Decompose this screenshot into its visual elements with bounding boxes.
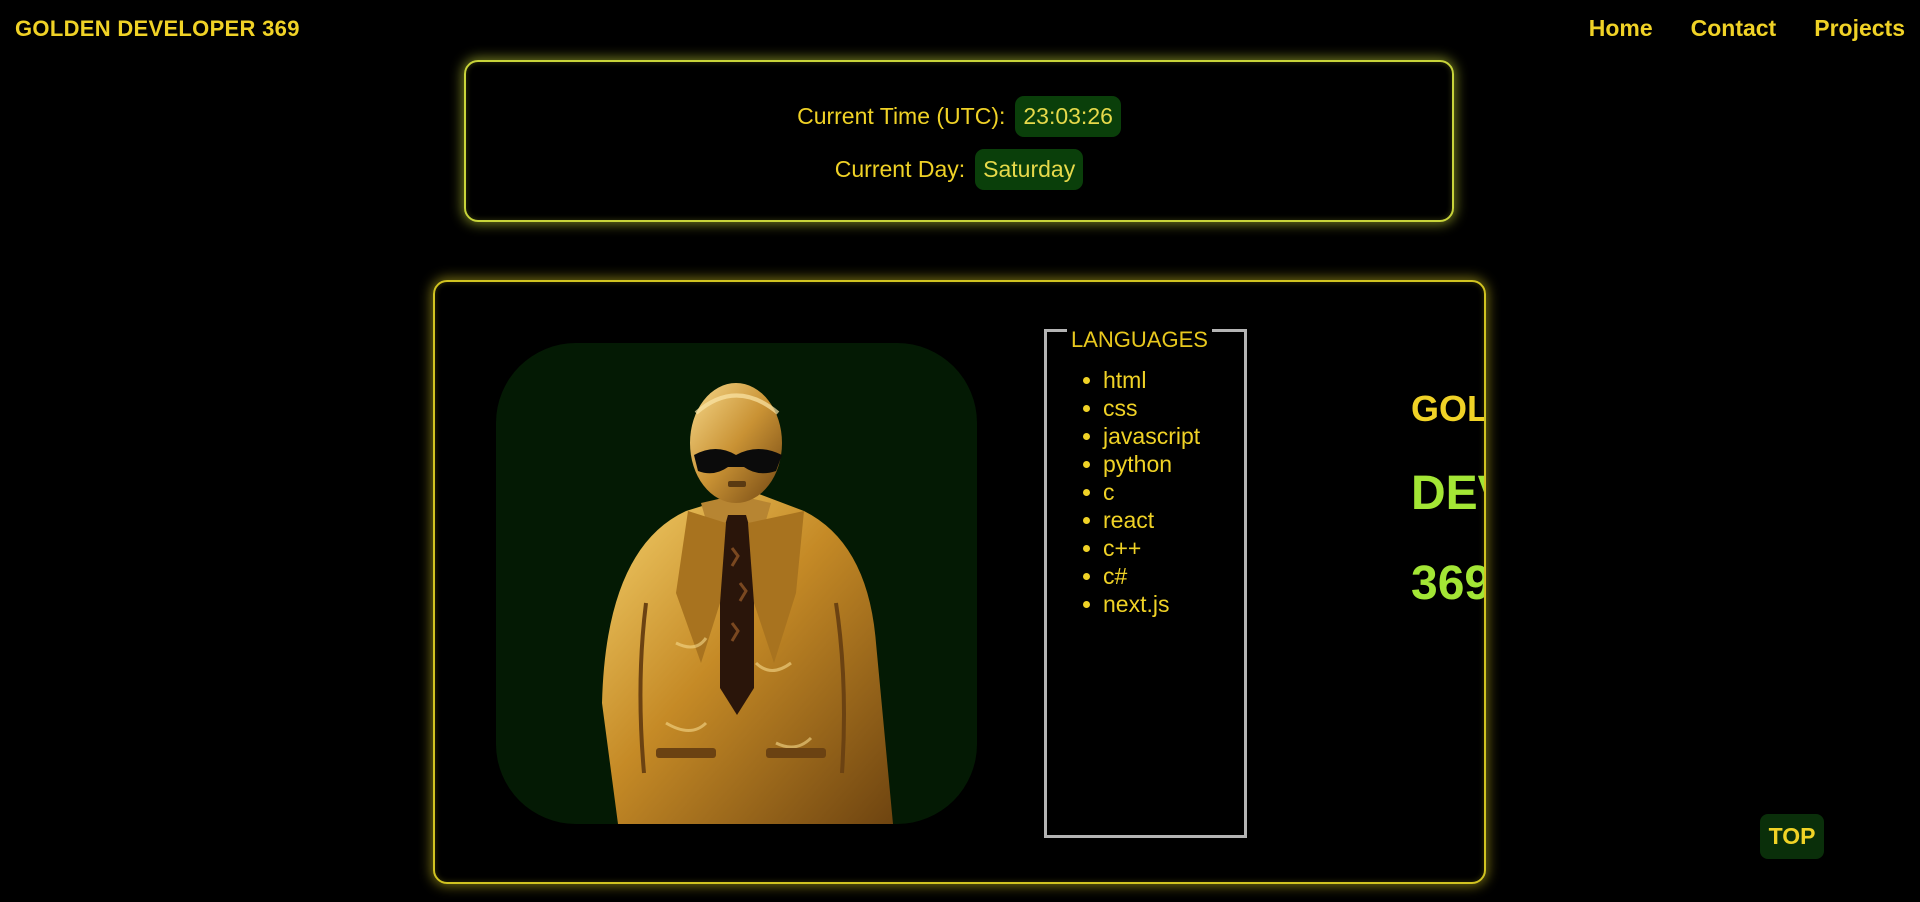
languages-list: html css javascript python c react c++ c…: [1082, 366, 1201, 618]
language-item: react: [1082, 506, 1200, 534]
main-nav: Home Contact Projects: [1589, 15, 1905, 42]
clock-card: Current Time (UTC): 23:03:26 Current Day…: [464, 60, 1454, 222]
day-label: Current Day:: [834, 156, 966, 182]
nav-projects-link[interactable]: Projects: [1814, 15, 1905, 42]
language-item: c: [1082, 478, 1200, 506]
language-item: c++: [1082, 534, 1200, 562]
language-item: javascript: [1082, 423, 1201, 449]
golden-robot-in-suit-icon: [602, 383, 893, 824]
avatar-frame: [496, 343, 977, 824]
time-value-badge: 23:03:26: [1015, 96, 1121, 137]
hero-word-golden: GOL: [1411, 388, 1486, 429]
site-brand[interactable]: GOLDEN DEVELOPER 369: [15, 16, 300, 42]
day-value-badge: Saturday: [975, 149, 1084, 190]
languages-title: LANGUAGES: [1067, 328, 1212, 352]
time-row: Current Time (UTC): 23:03:26: [466, 96, 1452, 137]
time-label: Current Time (UTC):: [797, 103, 1006, 129]
language-item: python: [1082, 450, 1200, 478]
language-item: next.js: [1082, 590, 1200, 618]
nav-contact-link[interactable]: Contact: [1691, 15, 1777, 42]
language-item: c#: [1082, 562, 1200, 590]
nav-home-link[interactable]: Home: [1589, 15, 1653, 42]
language-item: css: [1082, 394, 1200, 422]
profile-card: LANGUAGES html css javascript python c r…: [433, 280, 1486, 884]
day-row: Current Day: Saturday: [466, 149, 1452, 190]
hero-word-369: 369: [1411, 557, 1486, 610]
languages-panel: LANGUAGES html css javascript python c r…: [1044, 328, 1247, 838]
hero-word-developer: DEV: [1411, 467, 1484, 520]
scroll-to-top-button[interactable]: TOP: [1760, 814, 1824, 859]
language-item: html: [1082, 366, 1200, 394]
